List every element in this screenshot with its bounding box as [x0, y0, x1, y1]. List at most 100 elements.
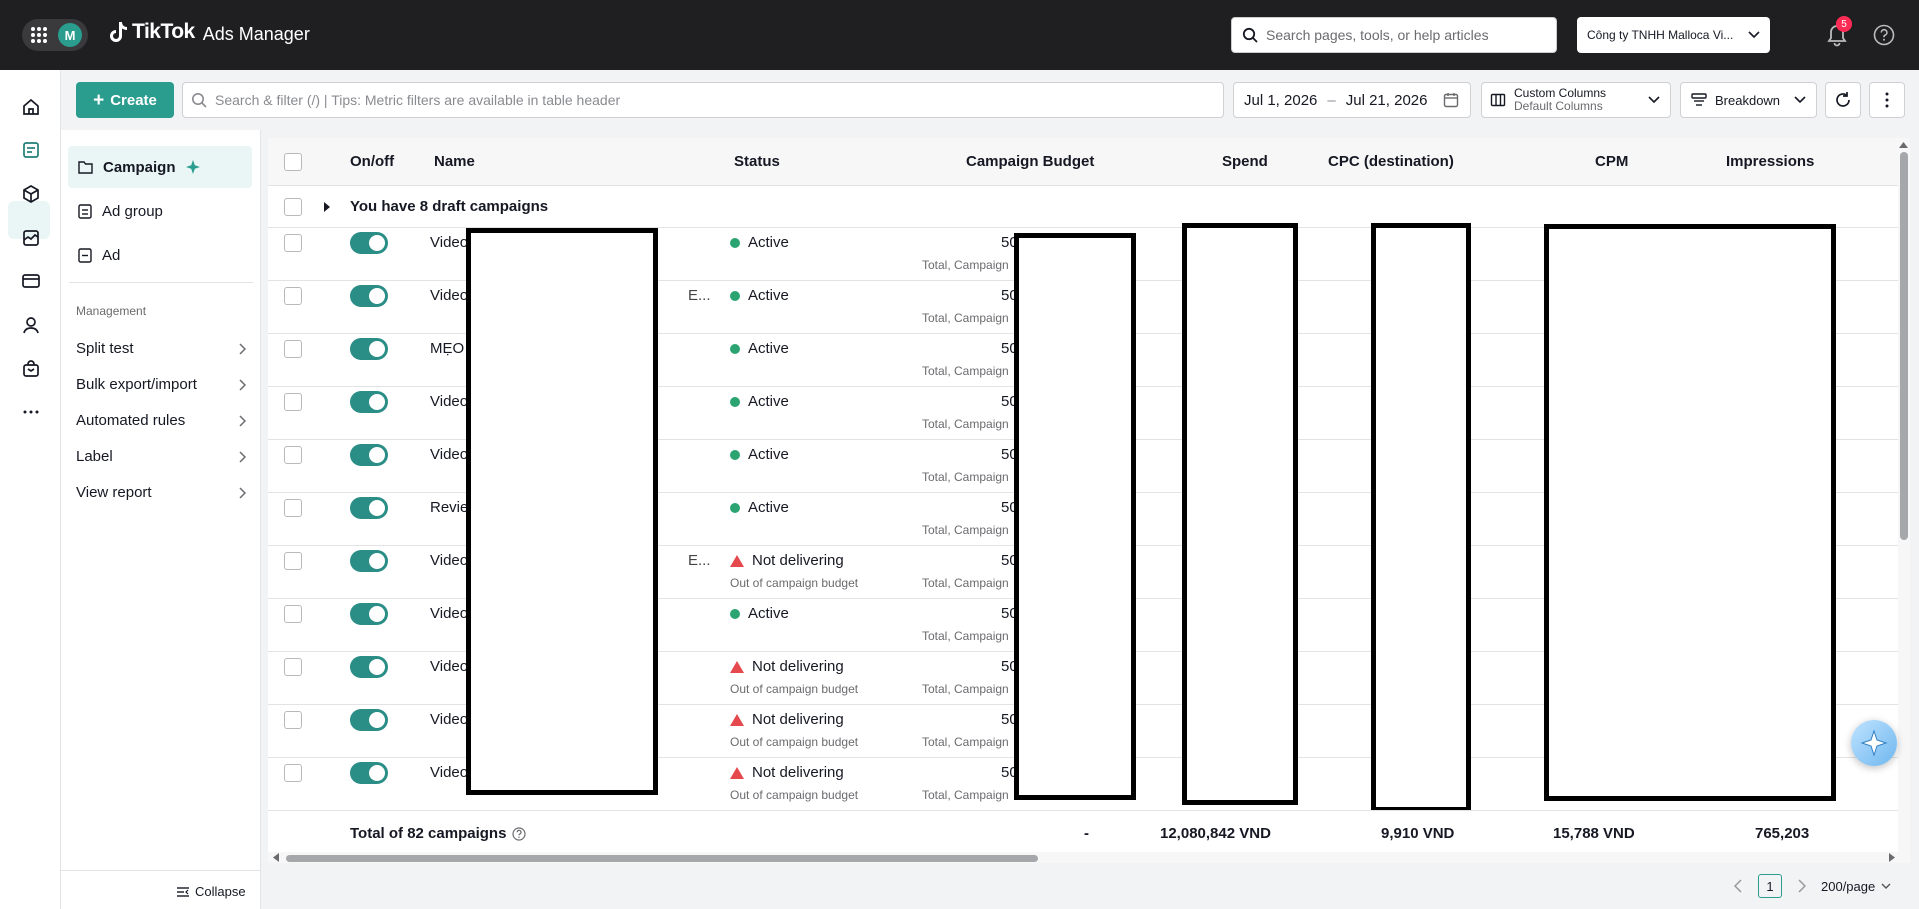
row-checkbox[interactable] [284, 446, 302, 464]
column-header-cpm[interactable]: CPM [1595, 153, 1628, 170]
sidebar-item-campaign[interactable]: Campaign [68, 146, 252, 188]
row-checkbox[interactable] [284, 552, 302, 570]
account-selector[interactable]: Công ty TNHH Malloca Vi... [1577, 17, 1770, 53]
warning-icon [730, 660, 744, 673]
chevron-down-icon [1748, 31, 1760, 39]
row-checkbox[interactable] [284, 605, 302, 623]
sidebar-item-bulk-export-import[interactable]: Bulk export/import [76, 376, 246, 393]
more-options-button[interactable] [1869, 82, 1905, 118]
date-range-picker[interactable]: Jul 1, 2026 – Jul 21, 2026 [1233, 82, 1471, 118]
campaign-icon[interactable] [18, 137, 44, 163]
management-item-label: View report [76, 484, 152, 501]
draft-campaigns-row[interactable]: You have 8 draft campaigns [268, 186, 1898, 228]
caret-right-icon[interactable] [323, 202, 331, 212]
campaign-name[interactable]: Video [430, 658, 468, 675]
row-checkbox[interactable] [284, 234, 302, 252]
row-checkbox[interactable] [284, 764, 302, 782]
sidebar-item-label: Ad [102, 246, 121, 264]
columns-preset: Default Columns [1514, 99, 1603, 113]
campaign-name[interactable]: Video [430, 446, 468, 463]
sidebar-item-ad-group[interactable]: Ad group [68, 190, 252, 232]
column-header-budget[interactable]: Campaign Budget [966, 153, 1094, 170]
campaign-name[interactable]: Video [430, 287, 468, 304]
vertical-scroll-thumb[interactable] [1900, 152, 1908, 540]
campaign-toggle[interactable] [350, 603, 388, 625]
home-icon[interactable] [18, 94, 44, 120]
search-filter-input[interactable]: Search & filter (/) | Tips: Metric filte… [182, 82, 1224, 118]
more-icon[interactable] [18, 399, 44, 425]
campaign-toggle[interactable] [350, 444, 388, 466]
page-number-current[interactable]: 1 [1758, 874, 1782, 898]
custom-columns-dropdown[interactable]: Custom Columns Default Columns [1481, 82, 1671, 118]
sidebar-item-label-menu[interactable]: Label [76, 448, 246, 465]
sparkle-icon [185, 160, 200, 174]
app-switcher-button[interactable]: M [22, 19, 88, 51]
ad-group-icon [78, 203, 92, 219]
column-header-name[interactable]: Name [434, 153, 475, 170]
prev-page-icon[interactable] [1734, 879, 1742, 893]
table-footer-totals: Total of 82 campaigns - 12,080,842 VND 9… [268, 810, 1898, 854]
next-page-icon[interactable] [1798, 879, 1806, 893]
refresh-button[interactable] [1825, 82, 1861, 118]
campaign-name[interactable]: Video [430, 234, 468, 251]
campaign-toggle[interactable] [350, 762, 388, 784]
campaign-toggle[interactable] [350, 709, 388, 731]
column-header-status[interactable]: Status [734, 153, 780, 170]
chevron-right-icon [239, 378, 246, 391]
user-icon[interactable] [18, 312, 44, 338]
campaign-toggle[interactable] [350, 285, 388, 307]
campaign-toggle[interactable] [350, 391, 388, 413]
help-icon[interactable] [1873, 24, 1895, 46]
column-header-spend[interactable]: Spend [1222, 153, 1268, 170]
row-checkbox[interactable] [284, 287, 302, 305]
scroll-left-icon[interactable] [272, 853, 280, 862]
horizontal-scroll-thumb[interactable] [286, 855, 1038, 862]
global-search-input[interactable]: Search pages, tools, or help articles [1231, 17, 1557, 53]
nav-rail [0, 70, 61, 909]
sidebar-item-automated-rules[interactable]: Automated rules [76, 412, 246, 429]
campaign-name[interactable]: Video [430, 393, 468, 410]
sidebar-item-ad[interactable]: Ad [68, 234, 252, 276]
draft-checkbox[interactable] [284, 198, 302, 216]
create-button[interactable]: + Create [76, 82, 174, 118]
campaign-toggle[interactable] [350, 497, 388, 519]
breakdown-dropdown[interactable]: Breakdown [1680, 82, 1817, 118]
vertical-scrollbar[interactable] [1898, 138, 1910, 863]
campaign-name[interactable]: Video [430, 764, 468, 781]
campaign-name[interactable]: Video [430, 711, 468, 728]
scroll-up-icon[interactable] [1899, 141, 1908, 149]
row-checkbox[interactable] [284, 340, 302, 358]
ai-assistant-button[interactable] [1851, 720, 1897, 766]
campaign-toggle[interactable] [350, 550, 388, 572]
column-header-onoff[interactable]: On/off [350, 153, 394, 170]
scroll-right-icon[interactable] [1888, 853, 1896, 862]
campaign-name[interactable]: Video [430, 552, 468, 569]
shop-icon[interactable] [18, 356, 44, 382]
campaign-toggle[interactable] [350, 338, 388, 360]
payment-icon[interactable] [18, 268, 44, 294]
collapse-button[interactable]: Collapse [177, 884, 246, 899]
status-badge: Not delivering [730, 764, 844, 781]
tiktok-logo[interactable]: TikTok Ads Manager [108, 18, 310, 45]
sidebar-item-view-report[interactable]: View report [76, 484, 246, 501]
page-size-select[interactable]: 200/page [1821, 874, 1909, 898]
avatar[interactable]: M [58, 23, 82, 47]
info-icon[interactable] [512, 826, 527, 841]
assets-icon[interactable] [18, 181, 44, 207]
campaign-toggle[interactable] [350, 656, 388, 678]
row-checkbox[interactable] [284, 393, 302, 411]
total-cpc: 9,910 VND [1381, 825, 1455, 842]
row-checkbox[interactable] [284, 658, 302, 676]
row-checkbox[interactable] [284, 499, 302, 517]
breakdown-icon [1691, 93, 1707, 106]
row-checkbox[interactable] [284, 711, 302, 729]
redaction-box [466, 228, 658, 795]
horizontal-scrollbar[interactable] [268, 852, 1898, 863]
select-all-checkbox[interactable] [284, 153, 302, 171]
column-header-cpc[interactable]: CPC (destination) [1328, 153, 1454, 170]
campaign-name[interactable]: Video [430, 605, 468, 622]
column-header-impressions[interactable]: Impressions [1726, 153, 1814, 170]
sidebar-item-split-test[interactable]: Split test [76, 340, 246, 357]
reporting-icon[interactable] [18, 225, 44, 251]
campaign-toggle[interactable] [350, 232, 388, 254]
